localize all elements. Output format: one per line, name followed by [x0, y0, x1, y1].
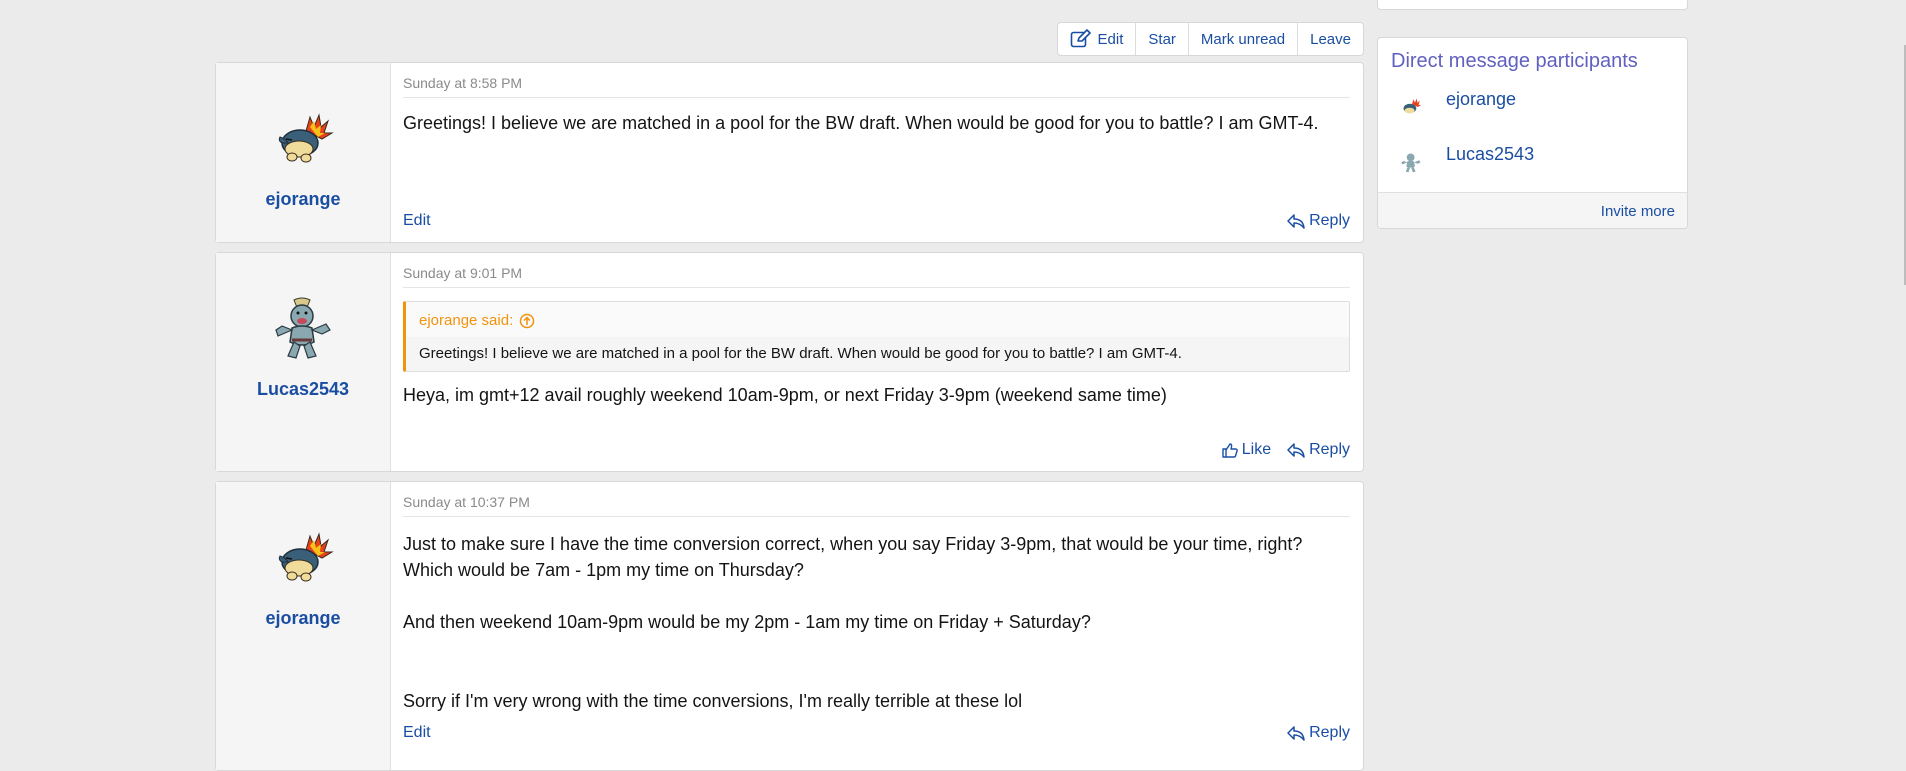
sidebar-footer: Invite more: [1378, 192, 1687, 228]
message-paragraph: Greetings! I believe we are matched in a…: [403, 113, 1319, 133]
message-user-cell: Lucas2543: [216, 253, 391, 471]
quote-author: ejorange said:: [419, 312, 514, 329]
message-author[interactable]: ejorange: [265, 608, 340, 629]
reply-icon: [1287, 726, 1305, 741]
reply-label: Reply: [1309, 724, 1350, 741]
blockquote: ejorange said: Greetings! I believe we a…: [403, 301, 1350, 372]
reply-link[interactable]: Reply: [1287, 212, 1350, 230]
quote-header[interactable]: ejorange said:: [406, 302, 1349, 337]
invite-more-link[interactable]: Invite more: [1601, 203, 1675, 220]
message-footer-actions: Reply: [1287, 212, 1350, 230]
message: Lucas2543 Sunday at 9:01 PM ejorange sai…: [215, 252, 1364, 472]
arrow-up-circle-icon: [519, 313, 535, 328]
message-author[interactable]: Lucas2543: [257, 379, 349, 400]
message-footer: Edit Reply: [403, 724, 1350, 742]
message-content: Sunday at 8:58 PM Greetings! I believe w…: [391, 63, 1363, 242]
reply-label: Reply: [1309, 212, 1350, 229]
message-footer: Like Reply: [403, 441, 1350, 459]
leave-button-label: Leave: [1310, 30, 1351, 48]
reply-icon: [1287, 214, 1305, 229]
message-date[interactable]: Sunday at 10:37 PM: [403, 494, 1350, 517]
like-link[interactable]: Like: [1222, 441, 1271, 459]
message: ejorange Sunday at 10:37 PM Just to make…: [215, 481, 1364, 771]
reply-link[interactable]: Reply: [1287, 441, 1350, 459]
message-date[interactable]: Sunday at 9:01 PM: [403, 265, 1350, 288]
participant-avatar[interactable]: [1396, 147, 1426, 177]
participant-item[interactable]: Lucas2543: [1378, 134, 1687, 189]
participant-name[interactable]: ejorange: [1446, 89, 1516, 110]
message-paragraph: And then weekend 10am-9pm would be my 2p…: [403, 612, 1091, 632]
message-footer-actions: Like Reply: [1222, 441, 1350, 459]
page: Edit Star Mark unread Leave ejorange Sun…: [0, 0, 1906, 771]
participant-name[interactable]: Lucas2543: [1446, 144, 1534, 165]
edit-button[interactable]: Edit: [1058, 23, 1136, 55]
star-button-label: Star: [1148, 30, 1176, 48]
message-footer-actions: Reply: [1287, 724, 1350, 742]
message-user-cell: ejorange: [216, 63, 391, 242]
edit-icon: [1070, 29, 1091, 48]
flame-creature-avatar-icon: [278, 532, 334, 582]
message-date[interactable]: Sunday at 8:58 PM: [403, 75, 1350, 98]
message: ejorange Sunday at 8:58 PM Greetings! I …: [215, 62, 1364, 243]
edit-button-label: Edit: [1097, 30, 1124, 48]
participants-sidebar: Direct message participants ejorange Luc…: [1377, 37, 1688, 229]
mark-unread-button[interactable]: Mark unread: [1187, 23, 1297, 55]
reply-icon: [1287, 443, 1305, 458]
fighting-creature-avatar-icon: [1401, 152, 1421, 172]
message-paragraph: Heya, im gmt+12 avail roughly weekend 10…: [403, 385, 1167, 405]
flame-creature-avatar-icon: [278, 113, 334, 163]
leave-button[interactable]: Leave: [1297, 23, 1363, 55]
star-button[interactable]: Star: [1135, 23, 1188, 55]
participant-item[interactable]: ejorange: [1378, 79, 1687, 134]
participant-avatar[interactable]: [1396, 92, 1426, 122]
fighting-creature-avatar-icon: [275, 297, 331, 359]
avatar-ejorange[interactable]: [271, 526, 335, 590]
avatar-ejorange[interactable]: [271, 107, 335, 171]
message-content: Sunday at 9:01 PM ejorange said: Greetin…: [391, 253, 1363, 471]
thumbs-up-icon: [1222, 443, 1238, 458]
edit-message-link[interactable]: Edit: [403, 724, 431, 742]
sidebar-title: Direct message participants: [1391, 50, 1638, 72]
reply-link[interactable]: Reply: [1287, 724, 1350, 742]
conversation-actionbar: Edit Star Mark unread Leave: [215, 22, 1364, 56]
like-label: Like: [1241, 441, 1272, 458]
message-paragraph: Just to make sure I have the time conver…: [403, 534, 1303, 580]
quote-text: Greetings! I believe we are matched in a…: [419, 345, 1182, 362]
message-footer: Edit Reply: [403, 212, 1350, 230]
message-content: Sunday at 10:37 PM Just to make sure I h…: [391, 482, 1363, 770]
reply-label: Reply: [1309, 441, 1350, 458]
conversation-main: Edit Star Mark unread Leave ejorange Sun…: [215, 22, 1364, 771]
message-body: Just to make sure I have the time conver…: [403, 531, 1350, 714]
message-author[interactable]: ejorange: [265, 189, 340, 210]
mark-unread-button-label: Mark unread: [1200, 30, 1286, 48]
message-body: Greetings! I believe we are matched in a…: [403, 110, 1350, 136]
avatar-lucas2543[interactable]: [271, 297, 335, 361]
message-user-cell: ejorange: [216, 482, 391, 770]
flame-creature-avatar-icon: [1403, 97, 1422, 113]
action-button-group: Edit Star Mark unread Leave: [1056, 22, 1364, 56]
sidebar-top-block: [1377, 0, 1688, 10]
message-paragraph: Sorry if I'm very wrong with the time co…: [403, 691, 1023, 711]
message-body: Heya, im gmt+12 avail roughly weekend 10…: [403, 382, 1350, 408]
edit-message-link[interactable]: Edit: [403, 212, 431, 230]
